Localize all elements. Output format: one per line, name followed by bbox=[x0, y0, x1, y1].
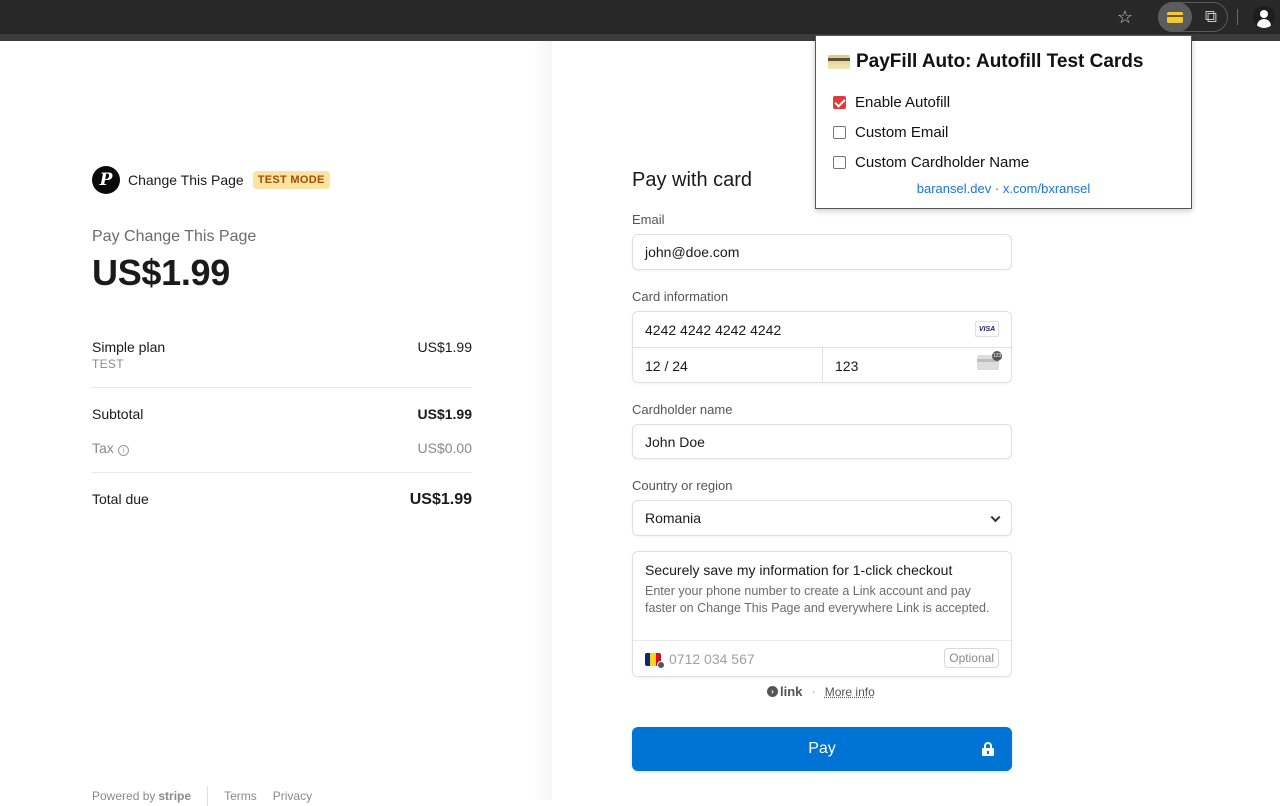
total-label: Total due bbox=[92, 491, 149, 507]
merchant-header: P Change This Page TEST MODE bbox=[92, 166, 330, 194]
country-label: Country or region bbox=[632, 478, 733, 493]
card-info-label: Card information bbox=[632, 289, 729, 304]
terms-link[interactable]: Terms bbox=[224, 789, 257, 803]
enable-autofill-option[interactable]: Enable Autofill bbox=[833, 94, 950, 111]
baransel-dev-link[interactable]: baransel.dev bbox=[917, 181, 991, 196]
puzzle-glyph: ⧉ bbox=[1204, 7, 1218, 26]
stripe-logo[interactable]: stripe bbox=[158, 789, 191, 803]
powered-by-label: Powered by bbox=[92, 789, 156, 803]
popup-links: baransel.dev · x.com/bxransel bbox=[916, 181, 1091, 196]
card-number-field[interactable]: 4242 4242 4242 4242 bbox=[633, 312, 1011, 347]
tax-row: Tax i US$0.00 bbox=[92, 440, 472, 456]
pane-divider-shadow bbox=[532, 41, 552, 800]
info-icon[interactable]: i bbox=[117, 445, 129, 456]
pay-label: Pay Change This Page bbox=[92, 228, 257, 245]
payfill-extension-button[interactable] bbox=[1158, 2, 1192, 32]
summary-divider bbox=[92, 387, 472, 388]
country-value: Romania bbox=[645, 510, 702, 526]
browser-toolbar bbox=[0, 0, 1280, 34]
profile-icon bbox=[1253, 6, 1275, 28]
custom-cardholder-name-checkbox[interactable] bbox=[833, 156, 846, 169]
tax-value: US$0.00 bbox=[417, 440, 472, 456]
link-logo: › link bbox=[767, 684, 802, 699]
custom-email-checkbox[interactable] bbox=[833, 126, 846, 139]
credit-card-icon bbox=[1167, 11, 1183, 23]
test-mode-badge: TEST MODE bbox=[252, 171, 330, 189]
custom-cardholder-name-option[interactable]: Custom Cardholder Name bbox=[833, 154, 1029, 171]
email-value: john@doe.com bbox=[645, 244, 740, 260]
merchant-name[interactable]: Change This Page bbox=[128, 172, 244, 188]
footer-separator bbox=[207, 786, 209, 806]
email-field[interactable]: john@doe.com bbox=[632, 234, 1012, 270]
cardholder-label: Cardholder name bbox=[632, 402, 733, 417]
more-info-link[interactable]: More info bbox=[825, 685, 875, 699]
cardholder-value: John Doe bbox=[645, 433, 705, 450]
subtotal-row: Subtotal US$1.99 bbox=[92, 406, 472, 422]
toolbar-separator bbox=[1237, 9, 1238, 25]
star-glyph: ☆ bbox=[1116, 6, 1134, 27]
credit-card-icon bbox=[828, 55, 850, 69]
card-number-value: 4242 4242 4242 4242 bbox=[645, 321, 782, 338]
tax-label: Tax i bbox=[92, 440, 129, 456]
cvc-card-icon: 123 bbox=[977, 351, 1002, 370]
pay-button-label: Pay bbox=[808, 740, 836, 757]
bookmark-star-icon[interactable]: ☆ bbox=[1112, 4, 1138, 30]
cardholder-name-field[interactable]: John Doe bbox=[632, 424, 1012, 459]
enable-autofill-checkbox[interactable] bbox=[833, 96, 846, 109]
merchant-logo: P bbox=[92, 166, 120, 194]
pay-amount: US$1.99 bbox=[92, 252, 230, 293]
country-select[interactable]: Romania bbox=[632, 500, 1012, 536]
link-arrow-icon: › bbox=[767, 686, 778, 697]
chevron-down-icon bbox=[990, 512, 1001, 523]
payfill-extension-popup: PayFill Auto: Autofill Test Cards Enable… bbox=[815, 35, 1192, 209]
expiry-field[interactable]: 12 / 24 bbox=[633, 348, 822, 383]
expiry-value: 12 / 24 bbox=[645, 357, 688, 374]
form-title: Pay with card bbox=[632, 169, 753, 191]
subtotal-value: US$1.99 bbox=[417, 406, 472, 422]
total-value: US$1.99 bbox=[409, 491, 472, 508]
x-profile-link[interactable]: x.com/bxransel bbox=[1003, 181, 1090, 196]
card-info-group: 4242 4242 4242 4242 VISA 12 / 24 123 123 bbox=[632, 311, 1012, 383]
profile-button[interactable] bbox=[1250, 4, 1278, 30]
optional-badge: Optional bbox=[944, 648, 999, 668]
subtotal-label: Subtotal bbox=[92, 406, 144, 422]
line-item-price: US$1.99 bbox=[417, 339, 472, 355]
line-item: Simple plan US$1.99 bbox=[92, 339, 472, 355]
cvc-value: 123 bbox=[835, 357, 859, 374]
country-code-dropdown-icon[interactable] bbox=[657, 661, 665, 669]
total-row: Total due US$1.99 bbox=[92, 491, 472, 509]
custom-email-option[interactable]: Custom Email bbox=[833, 124, 948, 141]
popup-title: PayFill Auto: Autofill Test Cards bbox=[828, 51, 1143, 73]
email-label: Email bbox=[632, 212, 665, 227]
summary-divider bbox=[92, 472, 472, 473]
visa-icon: VISA bbox=[975, 321, 999, 337]
footer: Powered by stripe Terms Privacy bbox=[92, 786, 328, 806]
privacy-link[interactable]: Privacy bbox=[273, 789, 312, 803]
lock-icon bbox=[982, 742, 994, 756]
line-item-name: Simple plan bbox=[92, 339, 166, 355]
extensions-puzzle-icon[interactable]: ⧉ bbox=[1198, 4, 1224, 30]
line-item-sub: TEST bbox=[92, 357, 124, 371]
pay-button[interactable]: Pay bbox=[632, 727, 1012, 771]
link-save-title: Securely save my information for 1-click… bbox=[645, 562, 953, 578]
phone-input[interactable]: 0712 034 567 bbox=[669, 651, 755, 667]
link-footer: › link · More info bbox=[767, 684, 875, 699]
link-save-description: Enter your phone number to create a Link… bbox=[645, 584, 990, 615]
link-save-box: Securely save my information for 1-click… bbox=[632, 551, 1012, 677]
